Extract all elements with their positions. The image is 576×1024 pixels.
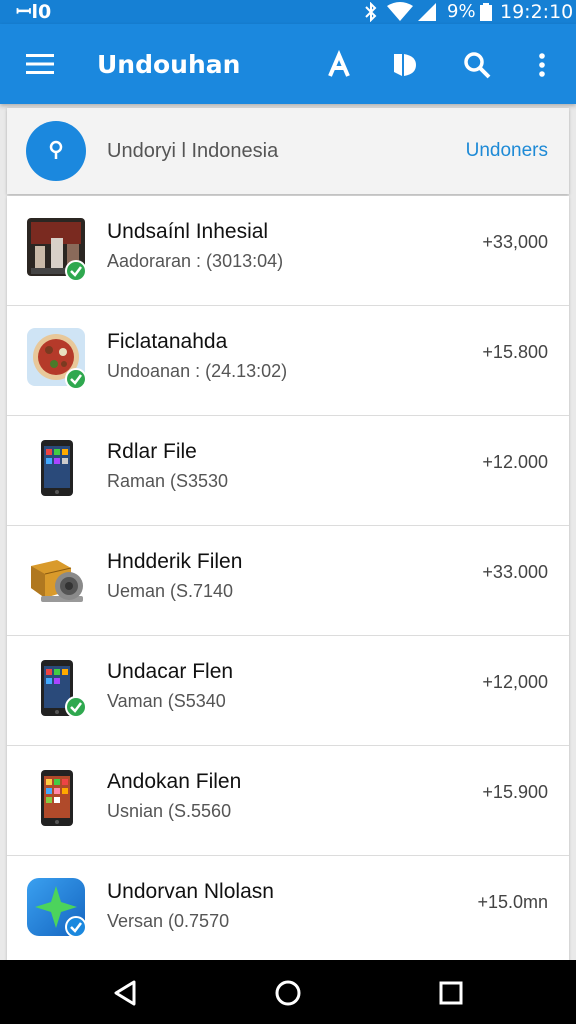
more-vert-icon[interactable] — [527, 50, 557, 80]
phone-icon — [27, 658, 87, 718]
item-size: +12,000 — [482, 672, 548, 692]
system-nav-bar — [0, 960, 576, 1024]
font-icon[interactable] — [324, 50, 354, 80]
item-name: Ficlatanahda — [107, 330, 228, 353]
home-icon[interactable] — [273, 978, 303, 1008]
item-name: Hndderik Filen — [107, 550, 243, 573]
phone-icon — [27, 438, 87, 498]
clock: 19:2:10 — [500, 1, 574, 23]
wifi-icon — [387, 2, 413, 21]
item-detail: Usnian (S.5560 — [107, 801, 232, 821]
status-bar: ꟷl0 9% 19:2:10 — [0, 0, 576, 24]
download-list: Undsaínl Inhesial Aadoraran : (3013:04) … — [7, 196, 569, 962]
item-size: +33,000 — [482, 232, 548, 252]
phone-icon — [27, 768, 87, 828]
list-item[interactable]: Undsaínl Inhesial Aadoraran : (3013:04) … — [7, 196, 569, 306]
check-badge-icon — [65, 696, 87, 718]
item-size: +15.0mn — [477, 892, 548, 912]
item-detail: Undoanan : (24.13:02) — [107, 361, 288, 381]
back-icon[interactable] — [110, 978, 140, 1008]
location-link[interactable]: Undoners — [466, 108, 548, 194]
item-name: Undacar Flen — [107, 660, 234, 683]
item-size: +33.000 — [482, 562, 548, 582]
battery-icon — [480, 3, 492, 21]
box-speaker-icon — [27, 548, 87, 608]
search-icon[interactable] — [462, 50, 492, 80]
item-detail: Vaman (S5340 — [107, 691, 226, 711]
pizza-icon — [27, 328, 87, 390]
badge-icon — [65, 916, 87, 938]
list-item[interactable]: Andokan Filen Usnian (S.5560 +15.900 — [7, 746, 569, 856]
green-star-app-icon — [27, 878, 87, 938]
status-indicator: ꟷl0 — [16, 1, 52, 23]
check-badge-icon — [65, 368, 87, 390]
item-name: Undorvan Nlolasn — [107, 880, 274, 903]
item-size: +12.000 — [482, 452, 548, 472]
item-detail: Aadoraran : (3013:04) — [107, 251, 284, 271]
location-text: Undoryi l Indonesia — [107, 140, 279, 162]
list-item[interactable]: Undorvan Nlolasn Versan (0.7570 +15.0mn — [7, 856, 569, 962]
signal-icon — [418, 3, 436, 21]
item-detail: Ueman (S.7140 — [107, 581, 234, 601]
video-thumbnail-icon — [27, 218, 87, 282]
location-pin-icon — [26, 121, 86, 181]
bookmark-icon[interactable] — [389, 50, 419, 80]
bluetooth-icon — [365, 2, 377, 22]
list-item[interactable]: Ficlatanahda Undoanan : (24.13:02) +15.8… — [7, 306, 569, 416]
location-card[interactable]: Undoryi l Indonesia Undoners — [7, 108, 569, 194]
battery-percent: 9% — [447, 1, 476, 22]
item-name: Andokan Filen — [107, 770, 242, 793]
check-badge-icon — [65, 260, 87, 282]
list-item[interactable]: Rdlar File Raman (S3530 +12.000 — [7, 416, 569, 526]
recents-icon[interactable] — [436, 978, 466, 1008]
list-item[interactable]: Hndderik Filen Ueman (S.7140 +33.000 — [7, 526, 569, 636]
item-size: +15.800 — [482, 342, 548, 362]
menu-icon[interactable] — [26, 52, 56, 76]
app-title: Undouhan — [97, 50, 241, 79]
item-detail: Raman (S3530 — [107, 471, 229, 491]
app-bar: Undouhan — [0, 24, 576, 104]
list-item[interactable]: Undacar Flen Vaman (S5340 +12,000 — [7, 636, 569, 746]
item-name: Undsaínl Inhesial — [107, 220, 269, 243]
item-name: Rdlar File — [107, 440, 197, 463]
item-detail: Versan (0.7570 — [107, 911, 230, 931]
item-size: +15.900 — [482, 782, 548, 802]
